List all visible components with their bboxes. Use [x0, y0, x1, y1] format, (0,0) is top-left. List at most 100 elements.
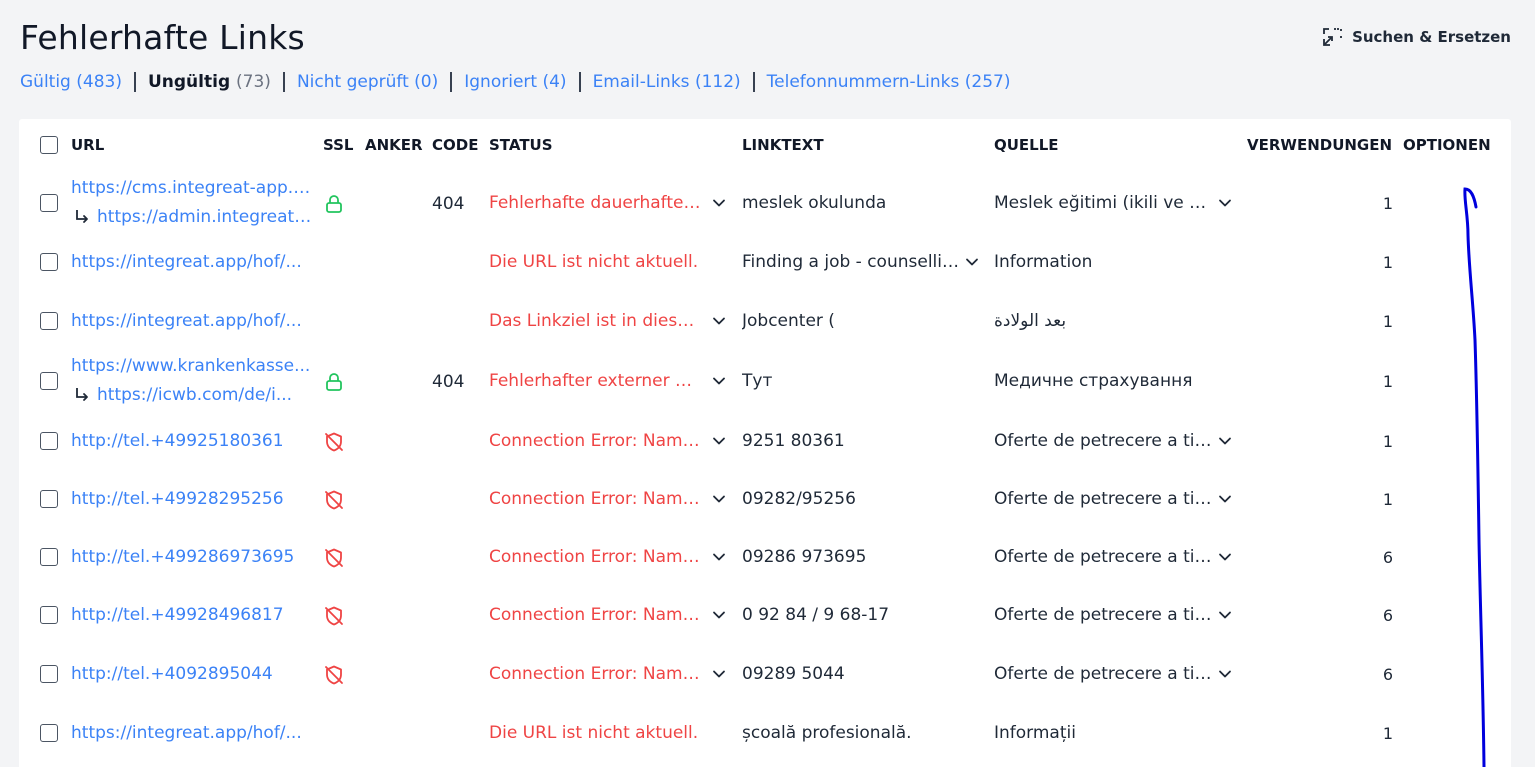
- source-page: Informații: [994, 723, 1076, 743]
- search-replace-button[interactable]: Suchen & Ersetzen: [1322, 26, 1511, 48]
- page-title: Fehlerhafte Links: [20, 18, 305, 57]
- linktext: 09282/95256: [742, 489, 856, 509]
- status-expand-chevron-icon[interactable]: [712, 608, 726, 622]
- usage-count: 1: [1382, 194, 1393, 213]
- row-checkbox[interactable]: [40, 372, 58, 390]
- filter-label: Ungültig: [147, 72, 231, 92]
- source-page: Медичне страхування: [994, 371, 1193, 391]
- status-expand-chevron-icon[interactable]: [712, 667, 726, 681]
- row-checkbox[interactable]: [40, 724, 58, 742]
- linktext: 0 92 84 / 9 68-17: [742, 605, 890, 625]
- col-header-anchor[interactable]: ANKER: [365, 136, 423, 154]
- ssl-shield-off-icon: [325, 490, 343, 510]
- filter-label: Email-Links: [592, 72, 690, 92]
- ssl-shield-off-icon: [325, 665, 343, 685]
- status-expand-chevron-icon[interactable]: [712, 374, 726, 388]
- filter-tab-nicht-geprüft[interactable]: Nicht geprüft (0): [297, 72, 438, 92]
- source-page: Oferte de petrecere a timpului liber: [994, 664, 1212, 684]
- filter-tab-ungültig[interactable]: Ungültig (73): [148, 72, 271, 92]
- linktext: 09286 973695: [742, 547, 867, 567]
- url-link[interactable]: https://integreat.app/hof/...: [71, 252, 313, 272]
- usage-count: 1: [1382, 253, 1393, 272]
- url-link[interactable]: http://tel.+499286973695: [71, 547, 313, 567]
- filter-separator: [578, 72, 581, 92]
- url-link[interactable]: https://integreat.app/hof/...: [71, 723, 313, 743]
- filter-count: (257): [964, 72, 1011, 92]
- linktext: meslek okulunda: [742, 193, 887, 213]
- url-link[interactable]: http://tel.+4092895044: [71, 664, 313, 684]
- row-checkbox[interactable]: [40, 253, 58, 271]
- filter-label: Ignoriert: [464, 72, 538, 92]
- search-replace-icon: [1323, 28, 1342, 46]
- col-header-options: OPTIONEN: [1403, 136, 1491, 154]
- row-checkbox[interactable]: [40, 606, 58, 624]
- status-expand-chevron-icon[interactable]: [712, 550, 726, 564]
- redirect-arrow-icon: [76, 210, 88, 223]
- filter-label: Telefonnummern-Links: [766, 72, 960, 92]
- filter-label: Nicht geprüft: [296, 72, 409, 92]
- linktext-expand-chevron-icon[interactable]: [965, 255, 979, 269]
- row-checkbox[interactable]: [40, 194, 58, 212]
- usage-count: 6: [1382, 606, 1393, 625]
- status-code: 404: [432, 372, 465, 392]
- col-header-source[interactable]: QUELLE: [994, 136, 1059, 154]
- linktext: Тут: [742, 371, 773, 391]
- filter-tab-gültig[interactable]: Gültig (483): [20, 72, 122, 92]
- search-replace-label: Suchen & Ersetzen: [1352, 28, 1511, 46]
- url-link[interactable]: https://cms.integreat-app.de/...: [71, 178, 313, 198]
- linktext: Finding a job - counselling: [742, 252, 962, 272]
- filter-count: (0): [414, 72, 439, 92]
- status-text: Fehlerhafter externer Link: [489, 371, 701, 391]
- source-expand-chevron-icon[interactable]: [1218, 550, 1232, 564]
- usage-count: 1: [1382, 432, 1393, 451]
- source-expand-chevron-icon[interactable]: [1218, 434, 1232, 448]
- row-checkbox[interactable]: [40, 312, 58, 330]
- usage-count: 6: [1382, 548, 1393, 567]
- row-checkbox[interactable]: [40, 490, 58, 508]
- url-link[interactable]: https://integreat.app/hof/...: [71, 311, 313, 331]
- col-header-status[interactable]: STATUS: [489, 136, 553, 154]
- status-text: Connection Error: Name or service not kn…: [489, 547, 701, 567]
- linktext: Jobcenter (: [742, 311, 835, 331]
- url-link[interactable]: http://tel.+49928295256: [71, 489, 313, 509]
- source-page: Information: [994, 252, 1093, 272]
- col-header-url[interactable]: URL: [71, 136, 104, 154]
- status-code: 404: [432, 194, 465, 214]
- source-page: Oferte de petrecere a timpului liber: [994, 547, 1212, 567]
- status-expand-chevron-icon[interactable]: [712, 196, 726, 210]
- filter-tab-email-links[interactable]: Email-Links (112): [593, 72, 741, 92]
- status-text: Das Linkziel ist in dieser Sprache nicht…: [489, 311, 701, 331]
- status-filter-nav: Gültig (483) Ungültig (73) Nicht geprüft (…: [20, 72, 1011, 92]
- status-expand-chevron-icon[interactable]: [712, 492, 726, 506]
- filter-tab-telefonnummern-links[interactable]: Telefonnummern-Links (257): [767, 72, 1011, 92]
- source-expand-chevron-icon[interactable]: [1218, 196, 1232, 210]
- col-header-ssl[interactable]: SSL: [323, 136, 354, 154]
- ssl-lock-icon: [326, 195, 342, 213]
- redirect-arrow-icon: [76, 388, 88, 401]
- status-text: Connection Error: Name or service not kn…: [489, 489, 701, 509]
- row-checkbox[interactable]: [40, 432, 58, 450]
- col-header-code[interactable]: CODE: [432, 136, 478, 154]
- col-header-uses[interactable]: VERWENDUNGEN: [1247, 136, 1392, 154]
- source-expand-chevron-icon[interactable]: [1218, 667, 1232, 681]
- col-header-linktext[interactable]: LINKTEXT: [742, 136, 824, 154]
- filter-tab-ignoriert[interactable]: Ignoriert (4): [464, 72, 566, 92]
- source-expand-chevron-icon[interactable]: [1218, 492, 1232, 506]
- url-link[interactable]: https://www.krankenkasse...: [71, 356, 313, 376]
- source-page: Oferte de petrecere a timpului liber: [994, 605, 1212, 625]
- source-page: Oferte de petrecere a timpului liber: [994, 431, 1212, 451]
- select-all-checkbox[interactable]: [40, 136, 58, 154]
- redirect-url-link[interactable]: https://icwb.com/de/i...: [97, 385, 313, 405]
- row-checkbox[interactable]: [40, 548, 58, 566]
- row-checkbox[interactable]: [40, 665, 58, 683]
- filter-count: (483): [76, 72, 122, 92]
- source-expand-chevron-icon[interactable]: [1218, 608, 1232, 622]
- redirect-url-link[interactable]: https://admin.integreat-app.de/...: [97, 207, 313, 227]
- status-expand-chevron-icon[interactable]: [712, 434, 726, 448]
- filter-count: (112): [694, 72, 741, 92]
- url-link[interactable]: http://tel.+49925180361: [71, 431, 313, 451]
- usage-count: 1: [1382, 312, 1393, 331]
- url-link[interactable]: http://tel.+49928496817: [71, 605, 313, 625]
- filter-separator: [133, 72, 136, 92]
- status-expand-chevron-icon[interactable]: [712, 314, 726, 328]
